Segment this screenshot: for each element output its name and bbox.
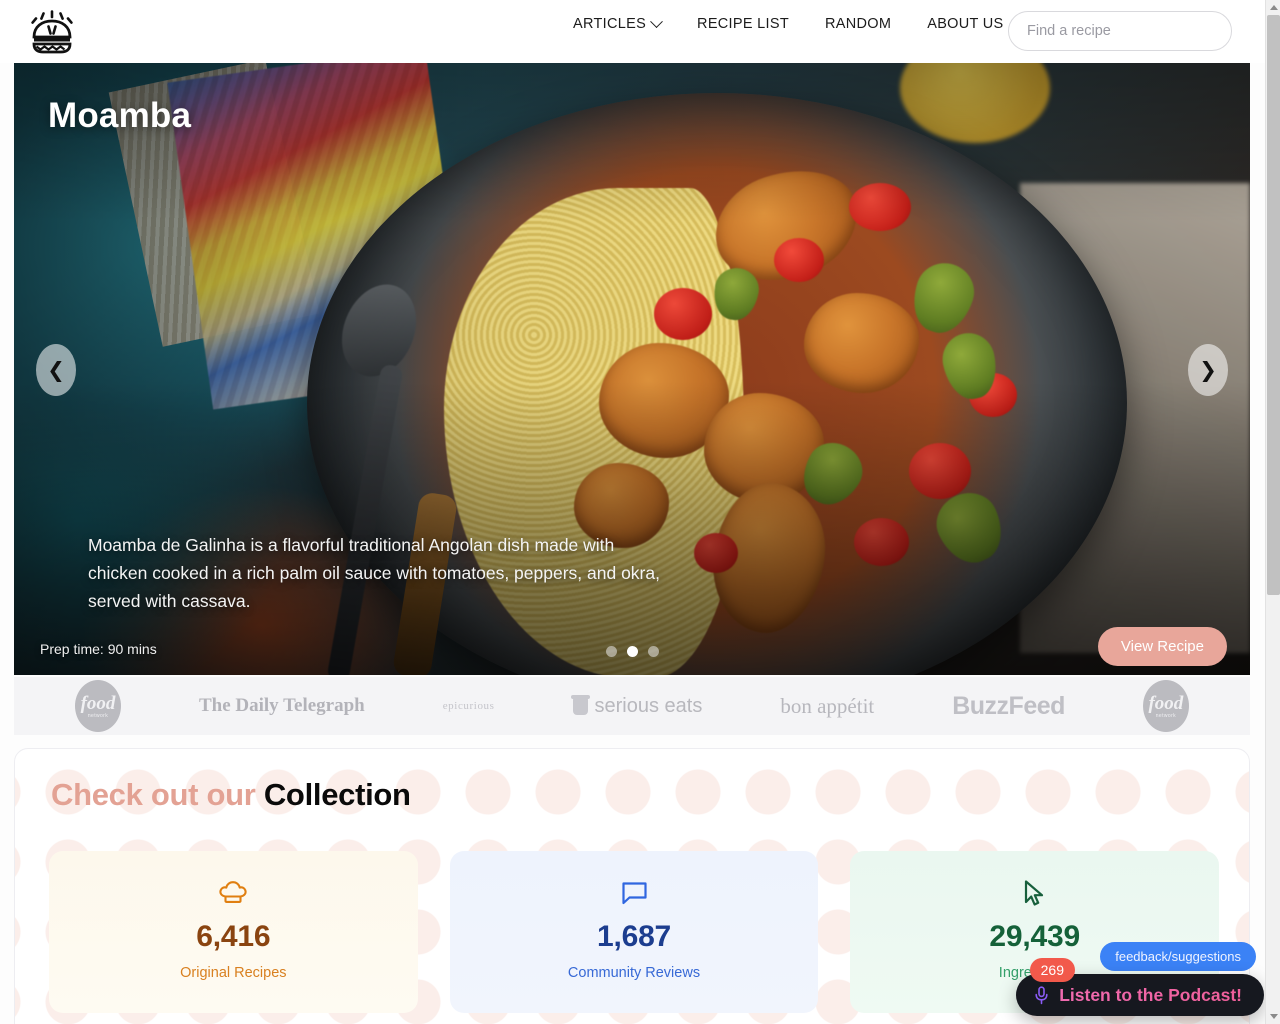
nav-item-articles[interactable]: ARTICLES (555, 14, 679, 32)
stat-value: 29,439 (989, 920, 1080, 953)
pot-icon (570, 694, 590, 715)
notification-count-badge: 269 (1029, 958, 1075, 982)
scroll-up-arrow-icon[interactable] (1266, 0, 1280, 15)
burger-logo-icon (31, 10, 73, 54)
brand-sublabel: network (87, 712, 109, 719)
press-logo-strip: food network The Daily Telegraph epicuri… (14, 677, 1250, 735)
brand-logo-epicurious: epicurious (442, 700, 495, 712)
carousel-next-button[interactable]: ❯ (1188, 344, 1228, 396)
podcast-label: Listen to the Podcast! (1059, 984, 1242, 1005)
scrollbar-thumb[interactable] (1267, 15, 1280, 595)
collection-heading-plain: Collection (263, 777, 411, 812)
feedback-suggestions-button[interactable]: feedback/suggestions (1100, 942, 1256, 971)
brand-label: food (80, 692, 116, 714)
scroll-down-arrow-icon[interactable] (1266, 1009, 1280, 1024)
nav-item-recipe-list[interactable]: RECIPE LIST (679, 16, 807, 32)
brand-label: serious eats (594, 694, 703, 717)
carousel-dots (14, 646, 1250, 657)
hero-description: Moamba de Galinha is a flavorful traditi… (88, 535, 660, 611)
nav-item-label: RECIPE LIST (697, 16, 789, 32)
carousel-dot-3[interactable] (647, 646, 659, 657)
site-header: ARTICLES RECIPE LIST RANDOM ABOUT US (0, 0, 1265, 63)
main-navigation: ARTICLES RECIPE LIST RANDOM ABOUT US (555, 0, 1022, 48)
page-root: ARTICLES RECIPE LIST RANDOM ABOUT US Fin… (0, 0, 1280, 1024)
brand-logo-buzzfeed: BuzzFeed (952, 691, 1065, 720)
carousel-dot-1[interactable] (605, 646, 617, 657)
brand-logo-serious-eats: serious eats (570, 694, 703, 718)
nav-item-about-us[interactable]: ABOUT US (909, 16, 1021, 32)
nav-item-label: RANDOM (824, 16, 892, 32)
cursor-arrow-icon (1021, 878, 1048, 908)
chef-hat-icon (218, 878, 248, 908)
comment-bubble-icon (620, 878, 649, 908)
carousel-dot-2[interactable] (626, 646, 638, 657)
brand-sublabel: network (1155, 712, 1177, 719)
brand-logo-food-network: food network (74, 680, 121, 732)
chevron-down-icon (650, 14, 663, 28)
stat-value: 1,687 (596, 920, 672, 953)
search-box[interactable] (1008, 11, 1232, 51)
brand-label: food (1148, 692, 1184, 714)
nav-item-label: ABOUT US (927, 16, 1004, 32)
brand-logo-food-network-2: food network (1142, 680, 1189, 732)
brand-logo-bon-appetit: bon appétit (780, 693, 875, 718)
search-input[interactable] (1027, 23, 1213, 39)
brand-logo-daily-telegraph: The Daily Telegraph (198, 695, 365, 716)
view-recipe-button[interactable]: View Recipe (1097, 627, 1227, 666)
collection-heading-accent: Check out our (51, 777, 256, 812)
stat-card-original-recipes[interactable]: 6,416 Original Recipes (49, 851, 418, 1013)
stat-label: Community Reviews (567, 965, 701, 981)
carousel-prev-button[interactable]: ❮ (36, 344, 76, 396)
page-scrollbar[interactable] (1265, 0, 1280, 1024)
hero-carousel: Moamba Moamba de Galinha is a flavorful … (14, 63, 1250, 675)
nav-item-label: ARTICLES (573, 16, 647, 32)
chevron-left-icon: ❮ (47, 358, 65, 382)
nav-item-random[interactable]: RANDOM (807, 16, 909, 32)
stat-value: 6,416 (196, 920, 271, 953)
collection-heading: Check out our Collection (51, 777, 411, 813)
microphone-icon (1035, 985, 1048, 1004)
stat-card-community-reviews[interactable]: 1,687 Community Reviews (449, 851, 819, 1013)
hero-title: Moamba (48, 96, 192, 135)
chevron-right-icon: ❯ (1199, 358, 1217, 382)
site-logo[interactable] (22, 6, 82, 58)
stat-label: Original Recipes (180, 965, 287, 981)
